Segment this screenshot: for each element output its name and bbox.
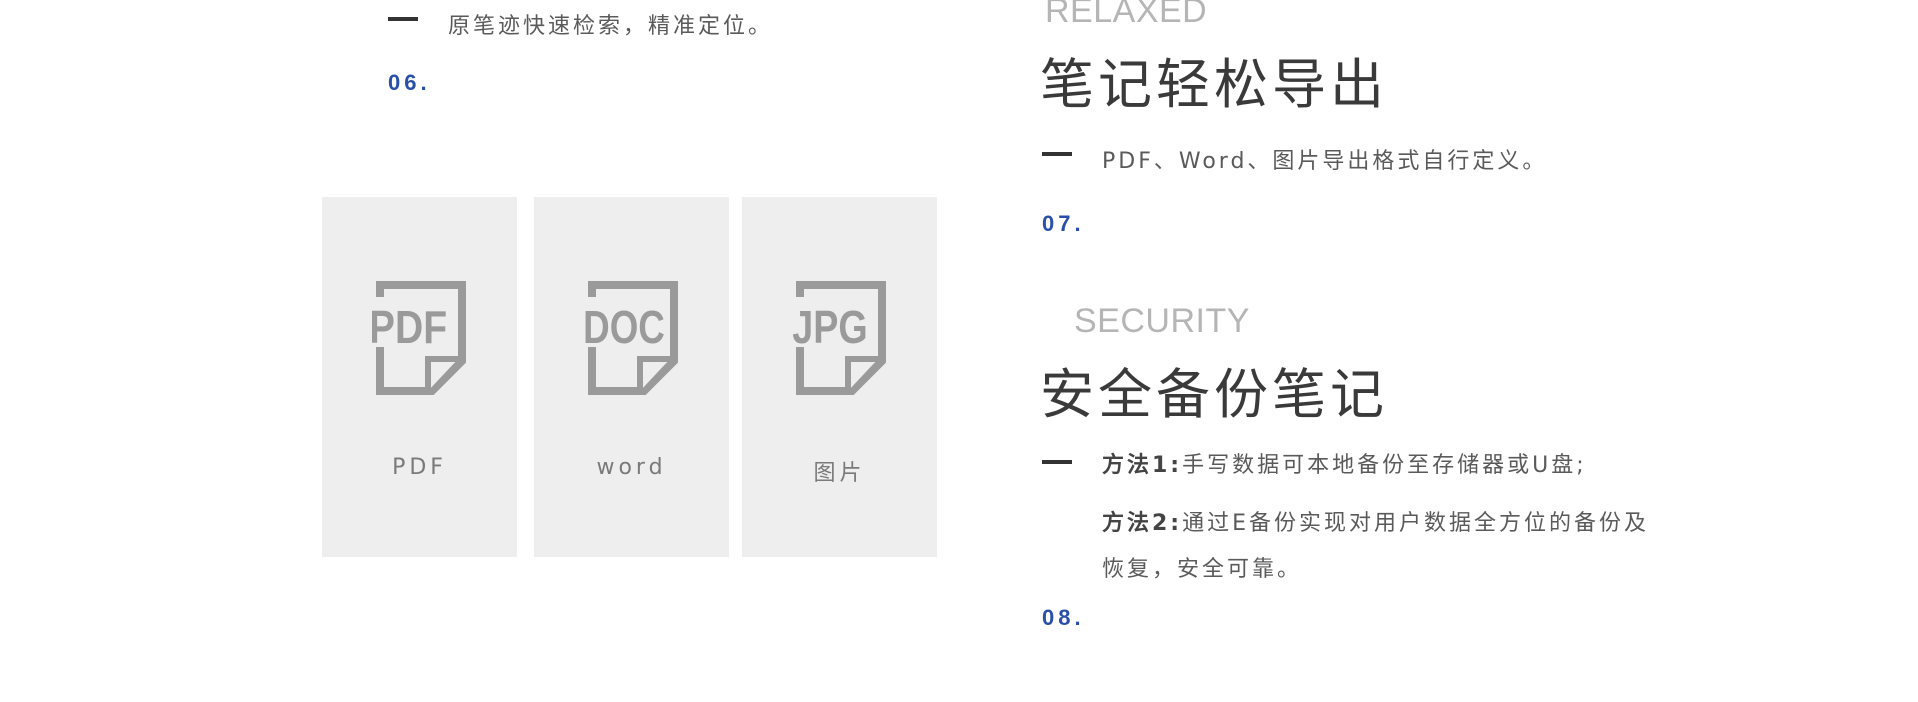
section-en-relaxed: RELAXED xyxy=(1045,0,1208,30)
pdf-file-icon: PDF xyxy=(371,281,466,395)
card-label-pdf: PDF xyxy=(392,455,447,480)
svg-text:DOC: DOC xyxy=(584,301,665,353)
dash-marker xyxy=(1042,152,1072,156)
section-title-export: 笔记轻松导出 xyxy=(1040,53,1388,116)
feature-06-description: 原笔迹快速检索，精准定位。 xyxy=(448,14,774,39)
feature-number-07: 07. xyxy=(1042,211,1085,236)
export-card-word: DOC word xyxy=(534,197,729,557)
section-title-security: 安全备份笔记 xyxy=(1040,363,1388,426)
dash-marker xyxy=(1042,460,1072,464)
svg-text:PDF: PDF xyxy=(372,302,447,354)
backup-method-1: 方法1:手写数据可本地备份至存储器或U盘; xyxy=(1102,443,1682,489)
dash-marker xyxy=(388,17,418,21)
backup-method-2: 方法2:通过E备份实现对用户数据全方位的备份及 恢复，安全可靠。 xyxy=(1102,501,1682,593)
method-1-label: 方法1: xyxy=(1102,453,1183,478)
feature-number-08: 08. xyxy=(1042,605,1085,630)
method-2-text-line2: 恢复，安全可靠。 xyxy=(1102,557,1303,582)
export-card-pdf: PDF PDF xyxy=(322,197,517,557)
method-2-text-line1: 通过E备份实现对用户数据全方位的备份及 xyxy=(1182,511,1650,536)
doc-file-icon: DOC xyxy=(583,281,678,395)
method-2-label: 方法2: xyxy=(1102,511,1183,536)
svg-text:JPG: JPG xyxy=(792,301,867,352)
export-card-image: JPG 图片 xyxy=(742,197,937,557)
feature-number-06: 06. xyxy=(388,70,431,95)
method-1-text: 手写数据可本地备份至存储器或U盘; xyxy=(1182,453,1587,478)
jpg-file-icon: JPG xyxy=(791,281,886,395)
card-label-image: 图片 xyxy=(813,461,866,486)
card-label-word: word xyxy=(596,455,667,480)
export-description: PDF、Word、图片导出格式自行定义。 xyxy=(1102,149,1548,174)
section-en-security: SECURITY xyxy=(1074,302,1250,340)
